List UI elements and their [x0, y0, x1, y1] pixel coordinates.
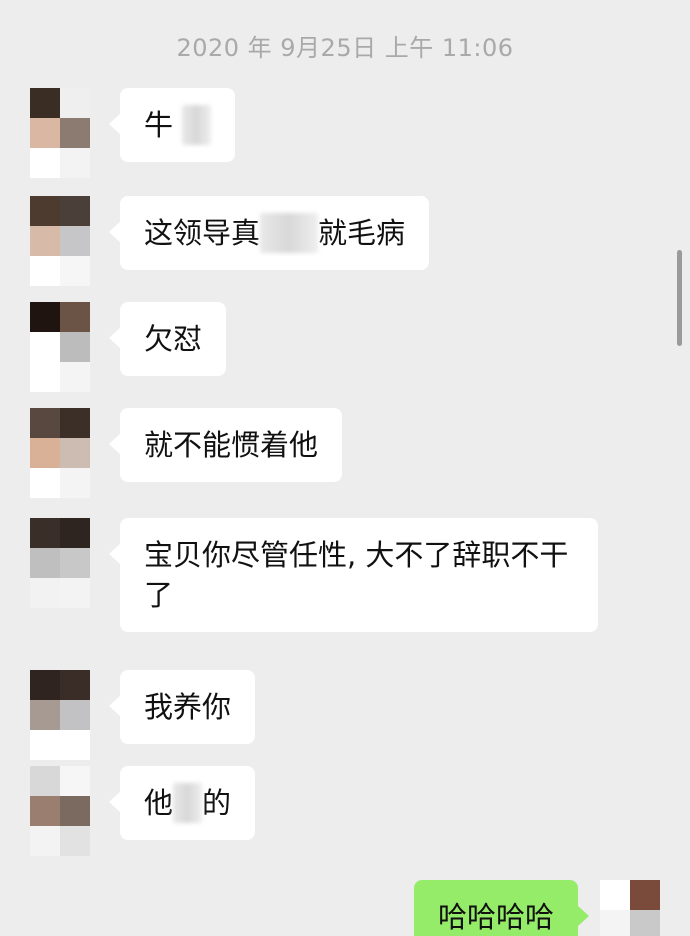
message-bubble[interactable]: 他妈的: [108, 766, 256, 840]
avatar-pixel: [30, 730, 60, 760]
avatar-pixel: [30, 548, 60, 578]
avatar-pixel: [60, 730, 90, 760]
avatar-pixel: [30, 226, 60, 256]
avatar-pixel: [600, 910, 630, 936]
outgoing-message-bubble[interactable]: 哈哈哈哈: [413, 880, 590, 936]
avatar-pixel: [30, 302, 60, 332]
avatar-pixel: [30, 332, 60, 362]
message-row[interactable]: 欠怼: [30, 302, 227, 392]
avatar-pixel: [60, 826, 90, 856]
avatar-pixel: [30, 88, 60, 118]
message-text-tail: 就毛病: [318, 216, 406, 250]
avatar[interactable]: [30, 302, 90, 392]
message-text: 哈哈哈哈: [437, 900, 554, 934]
avatar-pixel: [60, 518, 90, 548]
avatar-pixel: [60, 88, 90, 118]
chat-screen: 2020 年 9月25日 上午 11:06 牛 逼 这领导真他妈就毛病 欠: [0, 0, 690, 936]
message-text: 这领导真: [144, 216, 261, 250]
message-text: 欠怼: [144, 322, 203, 356]
outgoing-message-row[interactable]: 哈哈哈哈: [413, 880, 660, 936]
message-bubble[interactable]: 我养你: [108, 670, 256, 744]
avatar-pixel: [30, 196, 60, 226]
avatar-pixel: [60, 148, 90, 178]
avatar-pixel: [60, 766, 90, 796]
avatar-pixel: [60, 700, 90, 730]
message-text: 我养你: [144, 690, 232, 724]
redacted-text: 逼: [182, 105, 212, 145]
avatar-pixel: [30, 468, 60, 498]
message-row[interactable]: 宝贝你尽管任性, 大不了辞职不干了: [30, 518, 598, 632]
avatar-pixel: [30, 700, 60, 730]
message-row[interactable]: 就不能惯着他: [30, 408, 343, 498]
avatar-pixel: [630, 910, 660, 936]
avatar-pixel: [60, 670, 90, 700]
avatar-pixel: [60, 796, 90, 826]
avatar-pixel: [60, 468, 90, 498]
avatar-pixel: [30, 670, 60, 700]
avatar-pixel: [30, 796, 60, 826]
message-row[interactable]: 他妈的: [30, 766, 256, 856]
message-row[interactable]: 我养你: [30, 670, 256, 760]
message-text-tail: 的: [202, 786, 232, 820]
avatar-pixel: [60, 408, 90, 438]
message-timestamp: 2020 年 9月25日 上午 11:06: [176, 34, 514, 62]
avatar[interactable]: [30, 196, 90, 286]
avatar-pixel: [30, 148, 60, 178]
scrollbar[interactable]: [677, 250, 682, 346]
message-bubble[interactable]: 欠怼: [108, 302, 227, 376]
avatar-pixel: [30, 766, 60, 796]
message-bubble[interactable]: 这领导真他妈就毛病: [108, 196, 430, 270]
avatar-pixel: [60, 578, 90, 608]
avatar-pixel: [60, 438, 90, 468]
message-bubble[interactable]: 牛 逼: [108, 88, 236, 162]
avatar-pixel: [60, 332, 90, 362]
redacted-text: 他妈: [260, 213, 319, 253]
avatar[interactable]: [30, 408, 90, 498]
message-row[interactable]: 这领导真他妈就毛病: [30, 196, 430, 286]
avatar-pixel: [630, 880, 660, 910]
redacted-text: 妈: [173, 783, 203, 823]
avatar[interactable]: [30, 518, 90, 608]
message-text: 宝贝你尽管任性, 大不了辞职不干了: [144, 538, 569, 612]
avatar-pixel: [30, 408, 60, 438]
message-text: 他: [144, 786, 174, 820]
avatar-pixel: [30, 518, 60, 548]
avatar[interactable]: [30, 88, 90, 178]
avatar[interactable]: [30, 766, 90, 856]
avatar-pixel: [30, 578, 60, 608]
avatar-pixel: [60, 548, 90, 578]
avatar-pixel: [30, 438, 60, 468]
avatar-pixel: [60, 226, 90, 256]
avatar-pixel: [30, 256, 60, 286]
avatar-pixel: [60, 256, 90, 286]
avatar-pixel: [60, 196, 90, 226]
message-text: 就不能惯着他: [144, 428, 319, 462]
avatar-pixel: [30, 362, 60, 392]
avatar-pixel: [60, 302, 90, 332]
message-bubble[interactable]: 就不能惯着他: [108, 408, 343, 482]
message-text: 牛: [144, 108, 183, 142]
avatar[interactable]: [30, 670, 90, 760]
avatar-pixel: [600, 880, 630, 910]
avatar-pixel: [30, 118, 60, 148]
self-avatar[interactable]: [600, 880, 660, 936]
avatar-pixel: [30, 826, 60, 856]
avatar-pixel: [60, 362, 90, 392]
avatar-pixel: [60, 118, 90, 148]
message-bubble[interactable]: 宝贝你尽管任性, 大不了辞职不干了: [109, 518, 598, 632]
message-row[interactable]: 牛 逼: [30, 88, 236, 178]
